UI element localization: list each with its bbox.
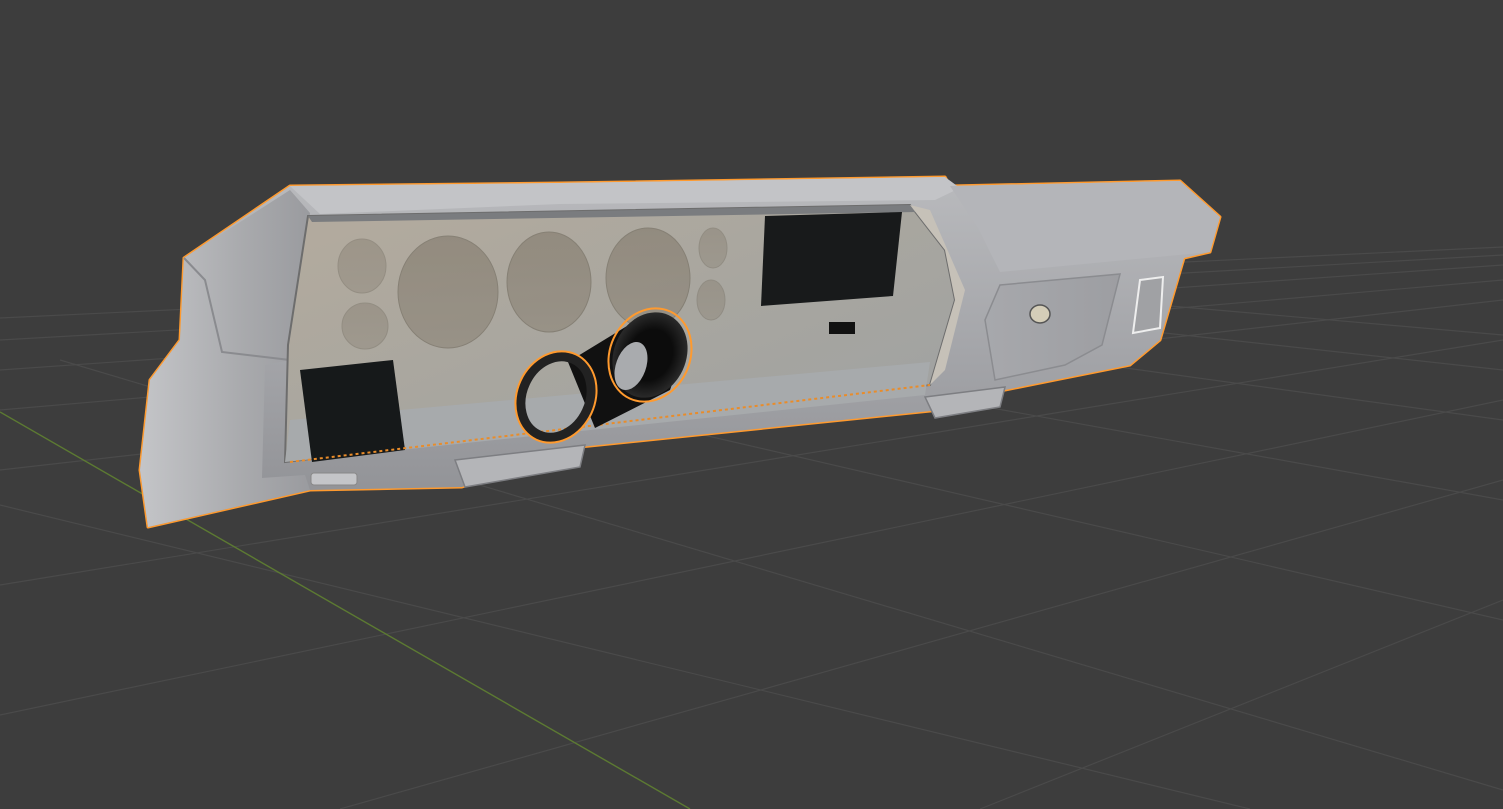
left-vent-opening (300, 360, 405, 462)
glovebox-lock (1029, 304, 1051, 324)
small-switch-slot (829, 322, 855, 334)
viewport-canvas[interactable] (0, 0, 1503, 809)
bracket-tab (310, 472, 358, 486)
3d-viewport[interactable] (0, 0, 1503, 809)
radio-opening (761, 212, 902, 306)
